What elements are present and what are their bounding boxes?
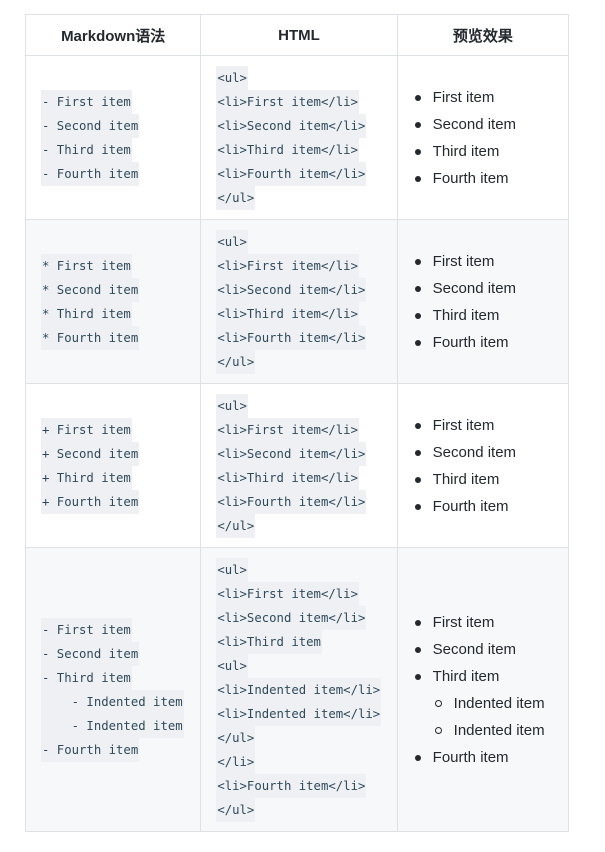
html-line: <ul> [216, 65, 396, 90]
markdown-cell: - First item - Second item - Third item … [24, 55, 202, 220]
preview-list: First item Second item Third item Fourth… [412, 84, 568, 192]
list-item: First item [412, 412, 568, 439]
html-line: <li>Fourth item</li> [216, 325, 396, 350]
table-row: + First item + Second item + Third item … [24, 383, 570, 548]
markdown-line: - Fourth item [41, 737, 200, 762]
html-line: <ul> [216, 653, 396, 678]
preview-cell: First item Second item Third item Fourth… [396, 383, 570, 548]
list-item: First item [412, 609, 568, 636]
header-row: Markdown语法 HTML 预览效果 [24, 14, 570, 56]
html-line: </ul> [216, 349, 396, 374]
html-line: <li>Second item</li> [216, 441, 396, 466]
list-item: Third item Indented item Indented item [412, 663, 568, 744]
markdown-line: - First item [41, 617, 200, 642]
html-line: <li>Second item</li> [216, 113, 396, 138]
html-line: <li>Third item</li> [216, 137, 396, 162]
markdown-list-table: Markdown语法 HTML 预览效果 - First item - Seco… [24, 14, 570, 832]
list-item: Third item [412, 302, 568, 329]
html-line: <li>First item</li> [216, 581, 396, 606]
markdown-line: - Fourth item [41, 161, 200, 186]
markdown-line: + First item [41, 417, 200, 442]
markdown-line: - Third item [41, 665, 200, 690]
markdown-line: + Third item [41, 465, 200, 490]
table-row: - First item - Second item - Third item … [24, 55, 570, 220]
html-line: <li>Third item</li> [216, 301, 396, 326]
nested-preview-list: Indented item Indented item [433, 690, 568, 744]
html-line: </ul> [216, 725, 396, 750]
markdown-line: + Fourth item [41, 489, 200, 514]
markdown-line: - First item [41, 89, 200, 114]
header-markdown-syntax: Markdown语法 [24, 14, 202, 56]
markdown-cell: * First item * Second item * Third item … [24, 219, 202, 384]
html-line: <li>Fourth item</li> [216, 489, 396, 514]
html-cell: <ul> <li>First item</li> <li>Second item… [200, 383, 398, 548]
html-line: </li> [216, 749, 396, 774]
list-item: Second item [412, 111, 568, 138]
html-line: <li>Second item</li> [216, 605, 396, 630]
html-line: <li>Fourth item</li> [216, 773, 396, 798]
html-line: </ul> [216, 513, 396, 538]
html-cell: <ul> <li>First item</li> <li>Second item… [200, 547, 398, 832]
table-row: * First item * Second item * Third item … [24, 219, 570, 384]
markdown-line: - Indented item [41, 713, 200, 738]
html-line: </ul> [216, 797, 396, 822]
markdown-line: * First item [41, 253, 200, 278]
markdown-cell: + First item + Second item + Third item … [24, 383, 202, 548]
list-item: Fourth item [412, 744, 568, 771]
markdown-line: - Indented item [41, 689, 200, 714]
preview-cell: First item Second item Third item Fourth… [396, 219, 570, 384]
html-line: <li>Indented item</li> [216, 677, 396, 702]
html-line: </ul> [216, 185, 396, 210]
html-line: <li>First item</li> [216, 89, 396, 114]
html-line: <li>Indented item</li> [216, 701, 396, 726]
preview-cell: First item Second item Third item Indent… [396, 547, 570, 832]
list-item: Third item [412, 466, 568, 493]
markdown-cell: - First item - Second item - Third item … [24, 547, 202, 832]
html-line: <li>First item</li> [216, 417, 396, 442]
html-line: <ul> [216, 557, 396, 582]
html-cell: <ul> <li>First item</li> <li>Second item… [200, 219, 398, 384]
markdown-line: * Third item [41, 301, 200, 326]
preview-list: First item Second item Third item Fourth… [412, 248, 568, 356]
markdown-line: + Second item [41, 441, 200, 466]
markdown-line: - Second item [41, 113, 200, 138]
list-item: Fourth item [412, 329, 568, 356]
header-preview: 预览效果 [396, 14, 570, 56]
html-line: <li>Fourth item</li> [216, 161, 396, 186]
list-item: First item [412, 84, 568, 111]
html-line: <ul> [216, 229, 396, 254]
markdown-line: * Second item [41, 277, 200, 302]
list-item: Second item [412, 636, 568, 663]
table-row: - First item - Second item - Third item … [24, 547, 570, 832]
markdown-line: - Second item [41, 641, 200, 666]
html-cell: <ul> <li>First item</li> <li>Second item… [200, 55, 398, 220]
list-item: Second item [412, 275, 568, 302]
list-item: Fourth item [412, 493, 568, 520]
markdown-line: - Third item [41, 137, 200, 162]
html-line: <ul> [216, 393, 396, 418]
nested-list-item: Indented item [433, 717, 568, 744]
preview-list: First item Second item Third item Indent… [412, 609, 568, 771]
nested-list-item: Indented item [433, 690, 568, 717]
html-line: <li>First item</li> [216, 253, 396, 278]
list-item: Fourth item [412, 165, 568, 192]
html-line: <li>Third item</li> [216, 465, 396, 490]
list-item: First item [412, 248, 568, 275]
list-item: Third item [412, 138, 568, 165]
html-line: <li>Second item</li> [216, 277, 396, 302]
header-html: HTML [200, 14, 398, 56]
html-line: <li>Third item [216, 629, 396, 654]
list-item: Second item [412, 439, 568, 466]
preview-list: First item Second item Third item Fourth… [412, 412, 568, 520]
markdown-line: * Fourth item [41, 325, 200, 350]
preview-cell: First item Second item Third item Fourth… [396, 55, 570, 220]
